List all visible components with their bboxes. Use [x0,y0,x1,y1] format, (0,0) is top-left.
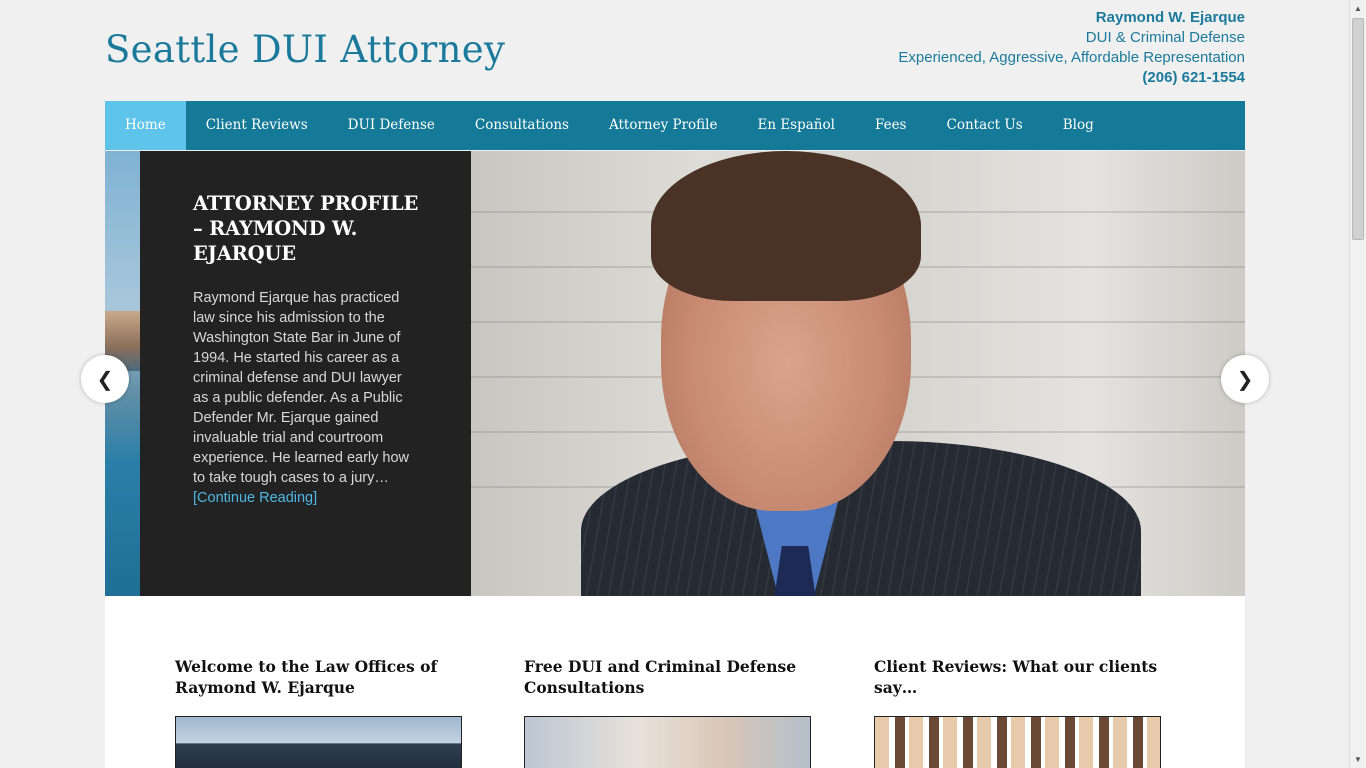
nav-item-en-espanol[interactable]: En Español [737,101,854,150]
consultation-image[interactable] [524,716,811,768]
site-title[interactable]: Seattle DUI Attorney [105,28,505,71]
scrollbar-thumb[interactable] [1352,18,1364,240]
chevron-left-icon: ❮ [96,368,114,391]
column-title[interactable]: Free DUI and Criminal Defense Consultati… [524,656,811,698]
attorney-portrait-image [471,151,1245,596]
slider-caption: ATTORNEY PROFILE – RAYMOND W. EJARQUE Ra… [140,151,471,596]
slider-next-button[interactable]: ❯ [1221,355,1269,403]
main-nav: Home Client Reviews DUI Defense Consulta… [105,101,1245,150]
slider-prev-button[interactable]: ❮ [81,355,129,403]
contact-info: Raymond W. Ejarque DUI & Criminal Defens… [898,8,1245,88]
column-title[interactable]: Client Reviews: What our clients say… [874,656,1161,698]
slider-body: Raymond Ejarque has practiced law since … [193,288,419,508]
nav-item-blog[interactable]: Blog [1043,101,1114,150]
clients-group-image[interactable] [874,716,1161,768]
column-reviews: Client Reviews: What our clients say… [874,656,1161,768]
contact-tagline: DUI & Criminal Defense [1085,29,1245,46]
nav-item-home[interactable]: Home [105,101,186,150]
content-area: Welcome to the Law Offices of Raymond W.… [105,596,1245,768]
chevron-right-icon: ❯ [1236,368,1254,391]
scroll-up-icon[interactable]: ▲ [1350,0,1366,17]
contact-name: Raymond W. Ejarque [1095,9,1245,26]
nav-item-contact-us[interactable]: Contact Us [927,101,1043,150]
nav-item-dui-defense[interactable]: DUI Defense [328,101,455,150]
column-consultations: Free DUI and Criminal Defense Consultati… [524,656,811,768]
nav-item-attorney-profile[interactable]: Attorney Profile [589,101,738,150]
page-scrollbar[interactable]: ▲ ▼ [1349,0,1366,768]
nav-item-consultations[interactable]: Consultations [455,101,589,150]
column-title[interactable]: Welcome to the Law Offices of Raymond W.… [175,656,462,698]
continue-reading-link[interactable]: [Continue Reading] [193,490,317,506]
contact-phone[interactable]: (206) 621-1554 [898,68,1245,88]
scroll-down-icon[interactable]: ▼ [1350,751,1366,768]
column-welcome: Welcome to the Law Offices of Raymond W.… [175,656,462,768]
nav-item-client-reviews[interactable]: Client Reviews [186,101,328,150]
contact-slogan: Experienced, Aggressive, Affordable Repr… [898,49,1245,66]
hero-slider: ATTORNEY PROFILE – RAYMOND W. EJARQUE Ra… [105,151,1245,596]
nav-item-fees[interactable]: Fees [855,101,927,150]
slider-body-text: Raymond Ejarque has practiced law since … [193,290,410,486]
slider-title[interactable]: ATTORNEY PROFILE – RAYMOND W. EJARQUE [193,191,419,266]
seattle-skyline-image[interactable] [175,716,462,768]
